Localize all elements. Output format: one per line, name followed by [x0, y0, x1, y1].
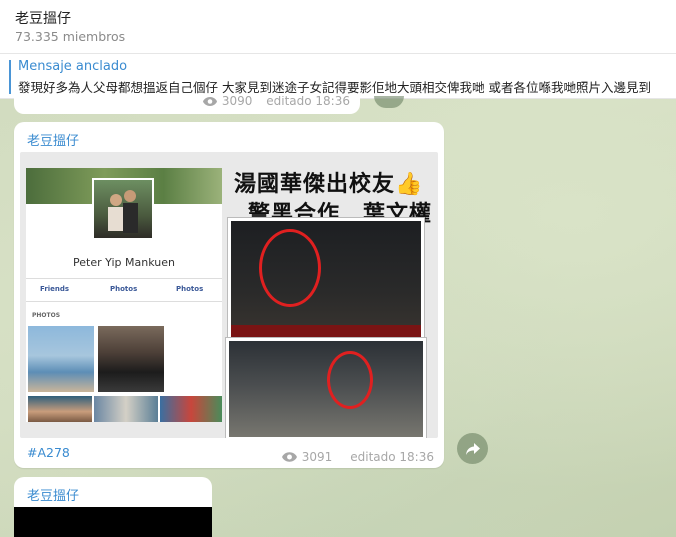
next-message-media[interactable] [14, 507, 212, 537]
next-message-sender[interactable]: 老豆搵仔 [27, 485, 79, 504]
news-screenshot-1 [228, 218, 424, 342]
message-time: editado 18:36 [350, 450, 434, 464]
red-circle-annotation [327, 351, 373, 409]
profile-avatar [92, 178, 154, 240]
photo-tile [28, 326, 94, 392]
profile-screenshot: Peter Yip Mankuen Friends Photos Photos … [26, 168, 222, 422]
previous-message-views: 3090 [221, 96, 253, 108]
profile-tab-friends: Friends [40, 285, 70, 293]
news-ticker-bar [231, 325, 421, 339]
profile-tab-photos: Photos [110, 285, 138, 293]
previous-message-bubble[interactable]: 3090 editado 18:36 [14, 96, 360, 114]
forward-button[interactable] [457, 433, 488, 464]
message-photo[interactable]: Peter Yip Mankuen Friends Photos Photos … [20, 152, 438, 438]
photo-tile [160, 396, 222, 422]
hashtag-link[interactable]: #A278 [27, 445, 70, 460]
pinned-label: Mensaje anclado [18, 59, 128, 74]
red-circle-annotation [259, 229, 321, 307]
message-bubble[interactable]: 老豆搵仔 Peter Yip Mankuen Friends Photos Ph… [14, 122, 444, 468]
photo-tile [98, 326, 164, 392]
profile-photos-label: PHOTOS [32, 312, 61, 319]
photo-tile [94, 396, 158, 422]
eye-icon [281, 451, 298, 466]
profile-name: Peter Yip Mankuen [73, 256, 175, 269]
profile-tabs: Friends Photos Photos [26, 278, 222, 302]
previous-message-meta: 3090 editado 18:36 [202, 96, 350, 110]
eye-icon [202, 96, 218, 110]
news-screenshot-2 [226, 338, 426, 438]
message-meta: 3091 editado 18:36 [281, 450, 434, 466]
message-sender[interactable]: 老豆搵仔 [27, 130, 79, 149]
member-count: 73.335 miembros [15, 29, 126, 44]
pinned-message-bar[interactable]: Mensaje anclado 發現好多為人父母都想搵返自己個仔 大家見到迷途子… [0, 54, 676, 99]
photo-tile [28, 396, 92, 422]
share-arrow-icon [465, 441, 481, 460]
view-count: 3091 [301, 450, 333, 464]
pinned-text: 發現好多為人父母都想搵返自己個仔 大家見到迷途子女記得要影佢地大頭相交俾我哋 或… [18, 80, 651, 95]
chat-header[interactable]: 老豆搵仔 73.335 miembros [0, 0, 676, 54]
chat-title[interactable]: 老豆搵仔 [15, 8, 71, 28]
previous-forward-button[interactable] [374, 96, 404, 108]
pinned-accent-line [9, 60, 11, 94]
previous-message-time: editado 18:36 [266, 96, 350, 108]
next-message-bubble[interactable]: 老豆搵仔 [14, 477, 212, 537]
profile-tab-photos-2: Photos [176, 285, 204, 293]
image-headline-1: 湯國華傑出校友👍 [234, 172, 424, 197]
